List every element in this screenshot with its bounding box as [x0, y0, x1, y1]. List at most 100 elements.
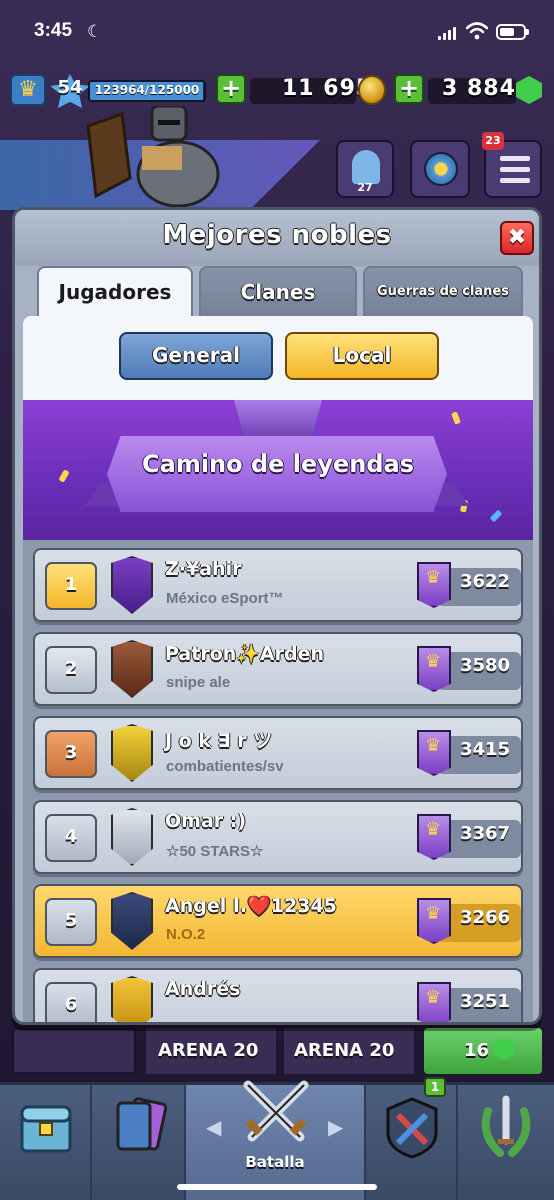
arena-label: ARENA 20: [158, 1040, 259, 1061]
trophy-count: 3367: [417, 814, 521, 862]
player-clan: ☆50 STARS☆: [166, 843, 264, 860]
filter-area: General Local: [23, 316, 533, 400]
gems-value: 3 884: [442, 76, 516, 101]
home-header: 27 23: [0, 106, 554, 218]
bottom-nav: ◀ ▶ Batalla 1: [0, 1077, 554, 1200]
friends-icon: [352, 150, 380, 184]
clan-badge: 1: [424, 1077, 446, 1097]
player-name: Z·¥ahir: [165, 558, 242, 580]
gem-slot[interactable]: 16: [424, 1028, 542, 1074]
arena-slot-left: ARENA 20: [146, 1028, 276, 1074]
leaderboard-modal: Mejores nobles ✖ Jugadores Clanes Guerra…: [12, 207, 542, 1025]
clan-badge-icon: [111, 556, 153, 614]
general-filter-button[interactable]: General: [119, 332, 273, 380]
modal-title: Mejores nobles: [162, 220, 392, 250]
battle-label: Batalla: [245, 1153, 305, 1171]
cellular-signal-icon: [438, 26, 458, 40]
crown-icon[interactable]: [10, 74, 46, 106]
level-number: 54: [57, 77, 83, 98]
rank-number: 5: [45, 898, 97, 946]
banner-title: Camino de leyendas: [142, 450, 414, 478]
crossed-swords-icon: [243, 1080, 309, 1142]
chevron-left-icon: ◀: [206, 1115, 222, 1139]
crown-medal-icon: [417, 982, 451, 1022]
tab-jugadores[interactable]: Jugadores: [37, 266, 193, 318]
clan-badge-icon: [111, 976, 153, 1022]
leaderboard-row[interactable]: 6 Andrés 3251: [33, 968, 523, 1022]
crown-medal-icon: [417, 898, 451, 944]
add-gems-button[interactable]: +: [394, 74, 424, 104]
trophy-value: 3367: [459, 823, 511, 844]
clan-badge-icon: [111, 892, 153, 950]
player-clan: N.O.2: [166, 926, 206, 943]
confetti: [451, 411, 461, 425]
xp-text: 123964/125000: [94, 83, 200, 97]
add-gold-button[interactable]: +: [216, 74, 246, 104]
home-indicator: [177, 1184, 377, 1190]
gem-icon: [516, 76, 542, 104]
xp-bar[interactable]: 123964/125000: [88, 80, 206, 102]
leaderboard-row[interactable]: 2 Patron✨Arden snipe ale 3580: [33, 632, 523, 706]
status-bar: 3:45 ☾: [0, 0, 554, 64]
arena-label: ARENA 20: [294, 1040, 395, 1061]
trophy-value: 3580: [459, 655, 511, 676]
player-clan: México eSport™: [166, 590, 284, 607]
player-name: Andrés: [165, 978, 241, 1000]
trophy-count: 3266: [417, 898, 521, 946]
nav-cards[interactable]: [92, 1085, 186, 1200]
cards-icon: [116, 1097, 168, 1151]
tab-guerras-de-clanes[interactable]: Guerras de clanes: [363, 266, 523, 318]
clan-shield-icon: [386, 1097, 438, 1159]
nav-clan[interactable]: 1: [366, 1077, 458, 1200]
rank-number: 3: [45, 730, 97, 778]
crown-medal-icon: [417, 562, 451, 608]
leaderboard-row[interactable]: 4 Omar :) ☆50 STARS☆ 3367: [33, 800, 523, 874]
notification-badge: 23: [482, 132, 504, 150]
leaderboard-content: General Local Camino de leyendas 1 Z·¥ahi…: [23, 316, 533, 1022]
rank-number: 6: [45, 982, 97, 1022]
leaderboard-row[interactable]: 3 J o k ∃ r ツ combatientes/sv 3415: [33, 716, 523, 790]
rank-number: 4: [45, 814, 97, 862]
legend-trophy-icon: [234, 400, 322, 440]
nav-events[interactable]: [458, 1085, 554, 1200]
modal-header: Mejores nobles ✖: [15, 210, 539, 266]
chest-icon: [20, 1105, 72, 1153]
battery-icon: [496, 24, 529, 40]
tab-clanes[interactable]: Clanes: [199, 266, 357, 318]
leaderboard-row[interactable]: 1 Z·¥ahir México eSport™ 3622: [33, 548, 523, 622]
knight-character-icon: [86, 106, 220, 208]
clan-badge-icon: [111, 808, 153, 866]
crown-medal-icon: [417, 814, 451, 860]
moon-icon: ☾: [87, 22, 103, 42]
gem-icon: [494, 1038, 514, 1060]
player-list[interactable]: 1 Z·¥ahir México eSport™ 3622 2 Patron✨Arden s…: [23, 540, 533, 1022]
confetti: [489, 509, 503, 523]
friends-count: 27: [357, 181, 373, 194]
trophy-count: 3622: [417, 562, 521, 610]
rank-number: 2: [45, 646, 97, 694]
trophy-count: 3415: [417, 730, 521, 778]
trophy-value: 3415: [459, 739, 511, 760]
nav-battle[interactable]: ◀ ▶ Batalla: [186, 1080, 366, 1200]
status-time: 3:45: [34, 20, 73, 41]
player-clan: combatientes/sv: [166, 758, 284, 775]
rank-number: 1: [45, 562, 97, 610]
player-name: Omar :): [165, 810, 247, 832]
crown-medal-icon: [417, 646, 451, 692]
wifi-icon: [466, 22, 488, 40]
trophy-value: 3266: [459, 907, 511, 928]
nav-shop[interactable]: [0, 1085, 92, 1200]
gem-slot-count: 16: [464, 1040, 490, 1061]
leaderboard-row[interactable]: 5 Angel I.❤️12345 N.O.2 3266: [33, 884, 523, 958]
chevron-right-icon: ▶: [328, 1115, 344, 1139]
clan-badge-icon: [111, 724, 153, 782]
tab-bar: Jugadores Clanes Guerras de clanes: [33, 266, 525, 318]
trophy-value: 3622: [459, 571, 511, 592]
clan-button[interactable]: [410, 140, 470, 198]
gold-coin-icon: [358, 75, 386, 105]
player-name: Patron✨Arden: [165, 643, 325, 665]
crown-medal-icon: [417, 730, 451, 776]
close-button[interactable]: ✖: [500, 221, 534, 255]
friends-button[interactable]: 27: [336, 140, 394, 198]
local-filter-button[interactable]: Local: [285, 332, 439, 380]
